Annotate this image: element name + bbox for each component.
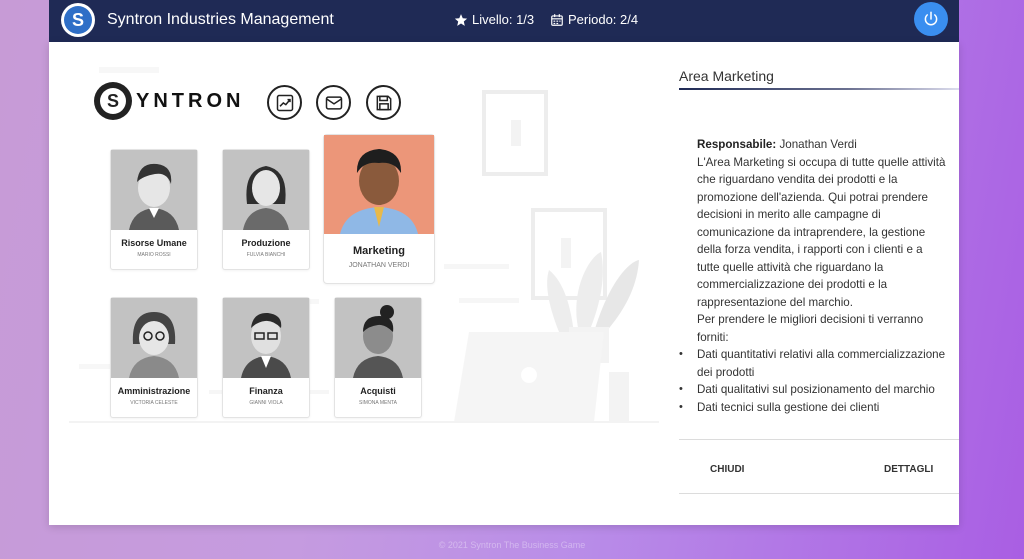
power-icon [924, 11, 938, 26]
list-item: Dati quantitativi relativi alla commerci… [679, 346, 947, 381]
department-name: Produzione [241, 238, 291, 248]
department-photo [223, 150, 309, 230]
department-manager: VICTORIA CELESTE [130, 400, 178, 406]
department-manager: FULVIA BIANCHI [246, 252, 286, 258]
department-name: Risorse Umane [121, 238, 187, 248]
detail-description: Responsabile: Jonathan Verdi L'Area Mark… [679, 136, 947, 416]
level-text: Livello: 1/3 [472, 12, 535, 27]
brand-s-badge: S [94, 82, 132, 120]
department-photo [223, 298, 309, 378]
calendar-icon [551, 13, 563, 26]
manager-line: Responsabile: Jonathan Verdi [697, 136, 947, 154]
manager-label: Responsabile: [697, 138, 777, 151]
brand-text: YNTRON [136, 89, 245, 112]
period-indicator: Periodo: 2/4 [550, 12, 638, 27]
department-card-finanza[interactable]: Finanza GIANNI VIOLA [222, 297, 310, 418]
department-card-produzione[interactable]: Produzione FULVIA BIANCHI [222, 149, 310, 270]
detail-title: Area Marketing [679, 68, 774, 84]
manager-avatar-icon [335, 298, 421, 378]
app-logo: S [61, 3, 95, 37]
department-name: Marketing [353, 245, 405, 257]
divider [679, 493, 959, 494]
manager-name: Jonathan Verdi [779, 138, 857, 151]
brand-letter: S [100, 88, 126, 114]
department-manager: JONATHAN VERDI [348, 262, 410, 269]
manager-avatar-icon [324, 135, 434, 234]
save-icon [376, 95, 391, 110]
mail-button[interactable] [316, 85, 351, 120]
department-manager: GIANNI VIOLA [249, 400, 283, 406]
top-bar: S Syntron Industries Management Livello:… [49, 0, 959, 42]
department-card-marketing[interactable]: Marketing JONATHAN VERDI [323, 134, 435, 284]
footer-copyright: © 2021 Syntron The Business Game [438, 540, 586, 550]
department-manager: MARIO ROSSI [137, 252, 171, 258]
department-photo [335, 298, 421, 378]
main-panel: S YNTRON Risorse Umane MARIO ROSSI Produ… [49, 42, 959, 525]
charts-button[interactable] [267, 85, 302, 120]
chart-icon [276, 94, 293, 111]
app-title: Syntron Industries Management [107, 11, 334, 28]
save-button[interactable] [366, 85, 401, 120]
department-card-risorse-umane[interactable]: Risorse Umane MARIO ROSSI [110, 149, 198, 270]
intro-text: Per prendere le migliori decisioni ti ve… [697, 313, 924, 344]
department-photo [324, 135, 434, 234]
list-item: Dati qualitativi sul posizionamento del … [679, 381, 947, 399]
list-item: Dati tecnici sulla gestione dei clienti [679, 399, 947, 417]
mail-icon [325, 95, 342, 110]
power-button[interactable] [914, 2, 948, 36]
title-underline [679, 88, 959, 90]
star-icon [454, 13, 468, 26]
department-detail-panel: Area Marketing Responsabile: Jonathan Ve… [679, 42, 959, 525]
department-photo [111, 150, 197, 230]
description-text: L'Area Marketing si occupa di tutte quel… [697, 155, 946, 309]
period-text: Periodo: 2/4 [568, 12, 639, 27]
manager-avatar-icon [111, 298, 197, 378]
data-list: Dati quantitativi relativi alla commerci… [679, 346, 947, 416]
manager-avatar-icon [223, 298, 309, 378]
department-card-acquisti[interactable]: Acquisti SIMONA MENTA [334, 297, 422, 418]
departments-area: S YNTRON Risorse Umane MARIO ROSSI Produ… [49, 42, 679, 525]
level-indicator: Livello: 1/3 [454, 12, 534, 27]
details-button[interactable]: DETTAGLI [884, 464, 933, 475]
close-button[interactable]: CHIUDI [710, 464, 744, 475]
syntron-brand-logo: S YNTRON [94, 82, 244, 120]
department-name: Amministrazione [117, 386, 191, 396]
app-logo-letter: S [64, 6, 92, 34]
department-photo [111, 298, 197, 378]
department-card-amministrazione[interactable]: Amministrazione VICTORIA CELESTE [110, 297, 198, 418]
department-name: Acquisti [360, 386, 396, 396]
department-manager: SIMONA MENTA [359, 400, 397, 406]
divider [679, 439, 959, 440]
manager-avatar-icon [111, 150, 197, 230]
manager-avatar-icon [223, 150, 309, 230]
department-name: Finanza [249, 386, 283, 396]
